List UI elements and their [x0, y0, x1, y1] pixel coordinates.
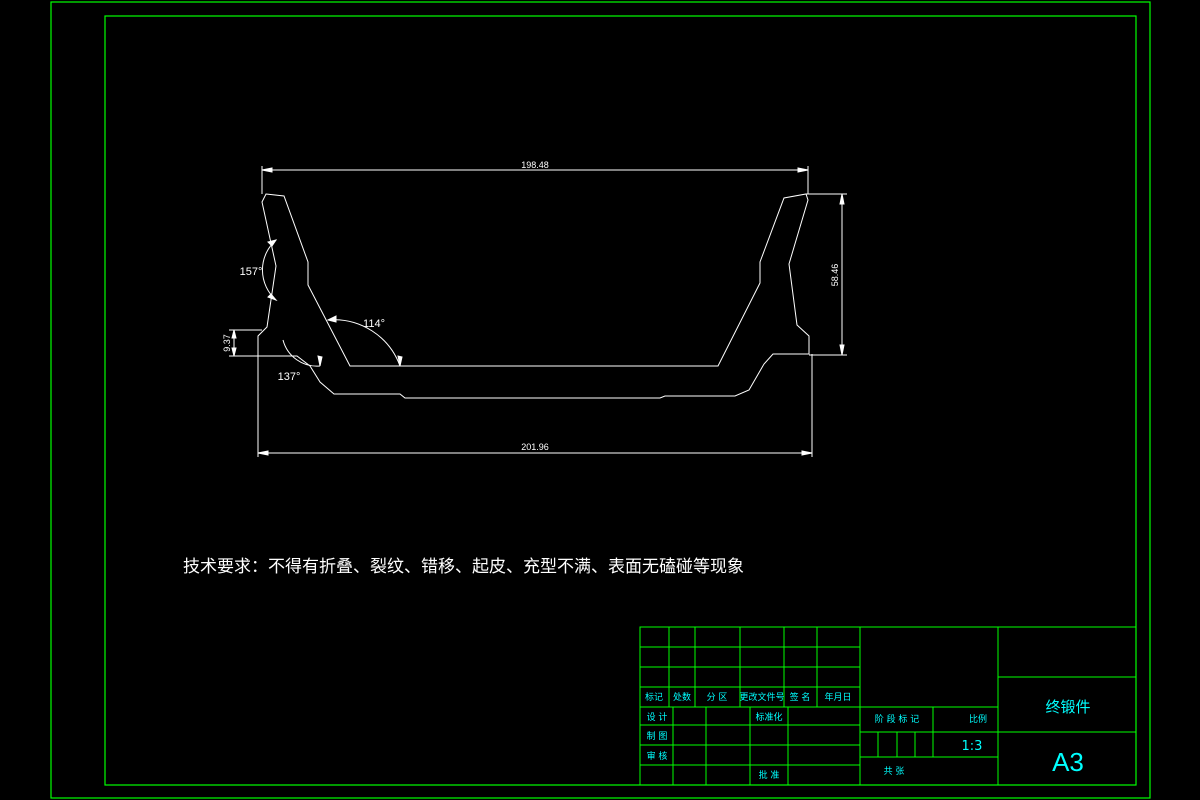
inner-frame	[104, 15, 1137, 786]
bottom-width-label: 201.96	[521, 442, 549, 452]
header-signature: 签 名	[790, 691, 811, 703]
stage-mark-label: 阶 段 标 记	[875, 713, 920, 725]
review-label: 审 核	[647, 750, 668, 762]
angle-137-label: 137°	[278, 371, 301, 383]
dimension-labels: 198.48 201.96 58.46 9.37 157° 114° 137°	[222, 160, 840, 452]
outer-frame	[50, 1, 1151, 799]
angle-arc-157	[262, 239, 277, 301]
title-block-text: 标记 处数 分 区 更改文件号 签 名 年月日 设 计 标准化 制 图 审 核 …	[645, 691, 1091, 781]
design-label: 设 计	[647, 711, 668, 723]
approval-label: 批 准	[759, 769, 780, 781]
angle-arc-137	[282, 339, 321, 367]
header-date: 年月日	[824, 691, 851, 703]
drawing-canvas: 198.48 201.96 58.46 9.37 157° 114° 137°	[50, 1, 1151, 799]
top-width-label: 198.48	[521, 160, 549, 170]
header-mark: 标记	[645, 691, 663, 703]
header-count: 处数	[673, 691, 691, 703]
scale-label: 比例	[969, 713, 987, 725]
height-label: 58.46	[830, 264, 840, 287]
technical-requirements: 技术要求：不得有折叠、裂纹、错移、起皮、充型不满、表面无磕碰等现象	[183, 557, 744, 577]
header-change-doc: 更改文件号	[739, 691, 784, 703]
profile-outline	[257, 193, 810, 399]
drafting-label: 制 图	[647, 730, 668, 742]
part-name: 终锻件	[1045, 698, 1090, 716]
sheet-size: A3	[1052, 747, 1084, 777]
flange-height-label: 9.37	[222, 334, 232, 352]
angle-157-label: 157°	[240, 266, 263, 278]
forging-profile	[257, 193, 810, 399]
angle-114-label: 114°	[363, 318, 385, 330]
standardization-label: 标准化	[755, 711, 782, 723]
total-sheets-label: 共 张	[884, 766, 905, 777]
header-zone: 分 区	[707, 692, 728, 703]
scale-value: 1:3	[962, 739, 983, 754]
